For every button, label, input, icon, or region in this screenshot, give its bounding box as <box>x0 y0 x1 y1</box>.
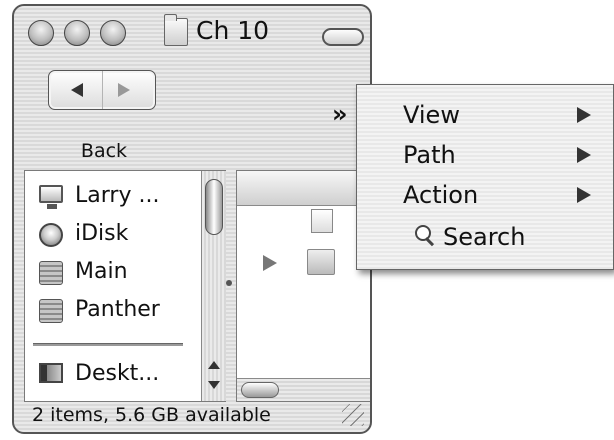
scroll-thumb[interactable] <box>241 382 279 398</box>
computer-icon <box>39 185 63 209</box>
toolbar-overflow-menu: View Path Action Search <box>356 84 614 270</box>
finder-window: Ch 10 Back » Larry ... iDisk Main Panthe… <box>12 4 372 434</box>
back-arrow-icon <box>71 83 83 97</box>
sidebar: Larry ... iDisk Main Panther Deskt... <box>24 170 226 402</box>
sidebar-item-desktop[interactable]: Deskt... <box>39 357 199 391</box>
folder-icon[interactable] <box>307 249 335 275</box>
sidebar-item-label: Deskt... <box>75 361 160 386</box>
sidebar-item-label: Panther <box>75 297 160 322</box>
folder-icon <box>164 14 188 46</box>
sidebar-item-label: Main <box>75 259 128 284</box>
menu-item-action[interactable]: Action <box>357 175 613 215</box>
status-bar: 2 items, 5.6 GB available <box>14 398 370 432</box>
submenu-arrow-icon <box>577 187 591 203</box>
sidebar-item-label: Larry ... <box>75 183 160 208</box>
sidebar-divider <box>33 343 183 346</box>
sidebar-item-idisk[interactable]: iDisk <box>39 217 199 251</box>
zoom-button[interactable] <box>100 20 126 46</box>
menu-item-label: Search <box>443 223 526 251</box>
menu-item-label: Action <box>403 181 479 209</box>
minimize-button[interactable] <box>64 20 90 46</box>
menu-item-label: View <box>403 101 460 129</box>
menu-item-view[interactable]: View <box>357 95 613 135</box>
forward-arrow-icon <box>118 83 130 97</box>
status-text: 2 items, 5.6 GB available <box>32 404 271 426</box>
forward-button[interactable] <box>102 71 155 109</box>
hard-disk-icon <box>39 299 63 323</box>
submenu-arrow-icon <box>577 107 591 123</box>
toolbar-overflow-button[interactable]: » <box>332 102 347 126</box>
menu-item-search[interactable]: Search <box>357 217 613 257</box>
title-bar[interactable]: Ch 10 <box>14 6 370 60</box>
document-icon[interactable] <box>311 209 333 233</box>
resize-grip-icon[interactable] <box>342 404 364 426</box>
sidebar-item-label: iDisk <box>75 221 129 246</box>
sidebar-item-larry[interactable]: Larry ... <box>39 179 199 213</box>
column-view <box>236 170 370 402</box>
toolbar-toggle-button[interactable] <box>322 28 364 46</box>
idisk-icon <box>39 223 63 247</box>
window-title: Ch 10 <box>196 16 270 45</box>
desktop-icon <box>39 363 63 383</box>
split-view-handle[interactable] <box>226 280 232 286</box>
back-label: Back <box>80 140 128 162</box>
submenu-arrow-icon <box>577 147 591 163</box>
hard-disk-icon <box>39 261 63 285</box>
close-button[interactable] <box>28 20 54 46</box>
sidebar-item-main[interactable]: Main <box>39 255 199 289</box>
menu-item-path[interactable]: Path <box>357 135 613 175</box>
back-forward-control <box>48 70 156 110</box>
scroll-down-arrow-icon[interactable] <box>208 381 220 389</box>
scroll-up-arrow-icon[interactable] <box>208 361 220 369</box>
search-icon <box>415 225 437 247</box>
menu-item-label: Path <box>403 141 456 169</box>
column-header[interactable] <box>237 171 370 206</box>
back-button[interactable] <box>49 71 103 109</box>
sidebar-item-panther[interactable]: Panther <box>39 293 199 327</box>
sidebar-scrollbar[interactable] <box>201 171 226 401</box>
scroll-thumb[interactable] <box>205 179 223 235</box>
disclosure-arrow-icon[interactable] <box>263 255 277 271</box>
